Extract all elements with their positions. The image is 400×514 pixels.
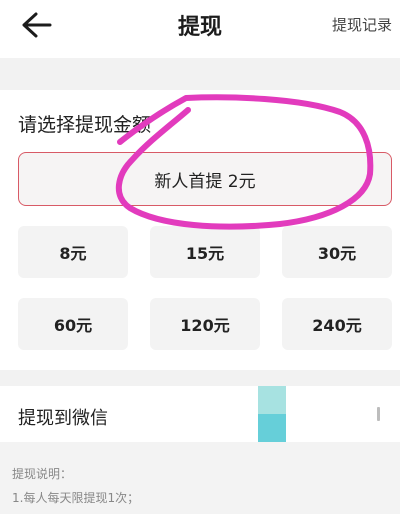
- amount-option-new-user[interactable]: 新人首提 2元: [18, 152, 392, 206]
- app-header: 提现 提现记录: [0, 0, 400, 58]
- amount-section-title: 请选择提现金额: [18, 114, 152, 136]
- withdraw-to-wechat-row[interactable]: 提现到微信: [0, 386, 400, 442]
- amount-option-15[interactable]: 15元: [150, 226, 260, 278]
- wechat-color-mark: [258, 386, 286, 414]
- amount-panel: 请选择提现金额 新人首提 2元 8元 15元 30元 60元 120元 240元: [0, 90, 400, 370]
- amount-option-30[interactable]: 30元: [282, 226, 392, 278]
- amount-option-240[interactable]: 240元: [282, 298, 392, 350]
- wechat-select-indicator[interactable]: [377, 407, 380, 421]
- section-spacer: [0, 370, 400, 386]
- amount-option-120[interactable]: 120元: [150, 298, 260, 350]
- amount-option-8[interactable]: 8元: [18, 226, 128, 278]
- amount-option-60[interactable]: 60元: [18, 298, 128, 350]
- notes-line: 1.每人每天限提现1次；: [12, 491, 140, 505]
- wechat-method-label: 提现到微信: [18, 408, 108, 429]
- notes-heading: 提现说明：: [12, 467, 73, 481]
- withdraw-records-link[interactable]: 提现记录: [332, 14, 392, 35]
- withdraw-notes: 提现说明： 1.每人每天限提现1次；: [12, 462, 139, 510]
- wechat-color-mark: [258, 414, 286, 442]
- section-spacer: [0, 58, 400, 90]
